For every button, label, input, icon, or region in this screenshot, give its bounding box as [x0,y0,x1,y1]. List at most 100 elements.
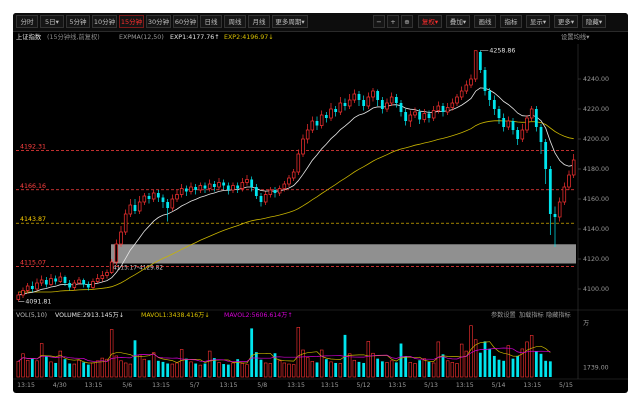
candle-body [520,129,525,140]
volume-bar [287,363,291,378]
candle-body [35,282,39,290]
volume-bar [282,362,287,378]
candle-body [376,91,380,100]
volume-bar [245,364,249,378]
time-axis-label: 5/14 [492,382,506,389]
volume-bar [212,358,216,377]
volume-bar [455,363,459,378]
candle-body [175,194,179,200]
volume-bar [334,362,338,377]
volume-bar [362,362,366,377]
volume-bar [502,360,506,377]
candle-body [240,182,245,189]
load-indicator-button[interactable]: 加载指标 [519,311,544,321]
volume-bar [207,350,212,378]
volume-bar [151,352,156,378]
candle-body [324,115,328,118]
candle-body [502,118,506,127]
level-label: 4115.07 [20,259,46,266]
candle-body [277,188,282,194]
candle-body [54,278,58,282]
volume-bar [352,359,357,378]
volume-bar [231,362,235,378]
candle-body [436,105,441,111]
volume-bar [203,363,207,377]
candle-body [296,153,301,173]
volume-bar [529,335,534,378]
kline-chart[interactable]: 4240.00 4220.00 4200.00 4180.00 4160.00 4140.… [13,13,628,393]
time-axis-label: 13:15 [220,382,238,389]
level-label: 4143.87 [20,216,46,223]
candle-body [68,283,72,288]
candle-body [413,111,417,116]
candle-body [385,102,389,110]
candle-body [357,94,361,100]
time-axis-label: 5/13 [424,382,438,389]
volume-bar [189,361,193,378]
candle-body [86,284,90,288]
volume-bar [539,353,543,377]
candle-body [142,195,147,203]
candle-body [553,214,557,217]
candle-body [399,103,403,112]
volume-bar [77,359,81,378]
volume-bar [492,355,496,377]
candle-body [39,279,44,284]
volume-bar [30,358,34,377]
candle-body [422,113,427,120]
volume-bar [68,363,72,377]
vol-title[interactable]: VOL(5,10) [16,311,47,321]
volume-bar [82,362,86,377]
candle-body [315,121,319,126]
candle-body [427,113,431,118]
candle-body [207,183,212,189]
volume-bar [25,359,30,378]
candle-body [450,102,455,108]
volume-value: VOLUME:2913.145万↓ [55,312,124,319]
volume-bar [376,358,380,377]
candle-body [534,109,538,127]
candle-body [273,190,277,193]
volume-bar [39,343,44,378]
volume-bar [488,348,492,377]
volume-bar [408,362,413,378]
candle-body [95,278,100,282]
volume-bar [525,341,529,378]
candle-body [166,202,170,208]
volume-bar [277,360,282,378]
candle-body [100,275,105,279]
volume-bar [329,361,333,378]
candle-body [236,185,240,189]
volume-bar [347,353,352,378]
candle-body [455,96,459,104]
volume-bar [399,343,403,377]
volume-bar [497,359,501,377]
candle-body [488,91,492,100]
volume-bar [236,359,240,377]
volume-bar [147,360,151,377]
candle-body [114,243,119,263]
candle-body [16,294,21,300]
candle-body [203,185,207,189]
candle-body [301,138,305,155]
candle-body [222,182,226,186]
volume-bar [385,362,389,378]
param-settings-button[interactable]: 参数设置 [491,311,516,321]
volume-bar [483,341,487,377]
volume-bar [222,364,226,377]
candle-body [72,282,77,288]
volume-bar [371,352,375,378]
volume-info-bar: VOL(5,10) VOLUME:2913.145万↓ MAVOL1:3438.… [13,311,628,321]
candle-body [259,196,263,202]
price-axis-label: 4140.00 [583,226,609,233]
volume-bar [305,357,310,378]
time-axis-label: 5/6 [122,382,132,389]
time-axis-label: 13:15 [523,382,541,389]
volume-bar [478,352,482,377]
hide-indicator-button[interactable]: 隐藏指标 [546,311,571,321]
candle-body [529,108,534,119]
candle-body [478,52,482,70]
candle-body [394,97,398,103]
time-axis-label: 5/8 [257,382,267,389]
volume-bar [544,360,548,377]
